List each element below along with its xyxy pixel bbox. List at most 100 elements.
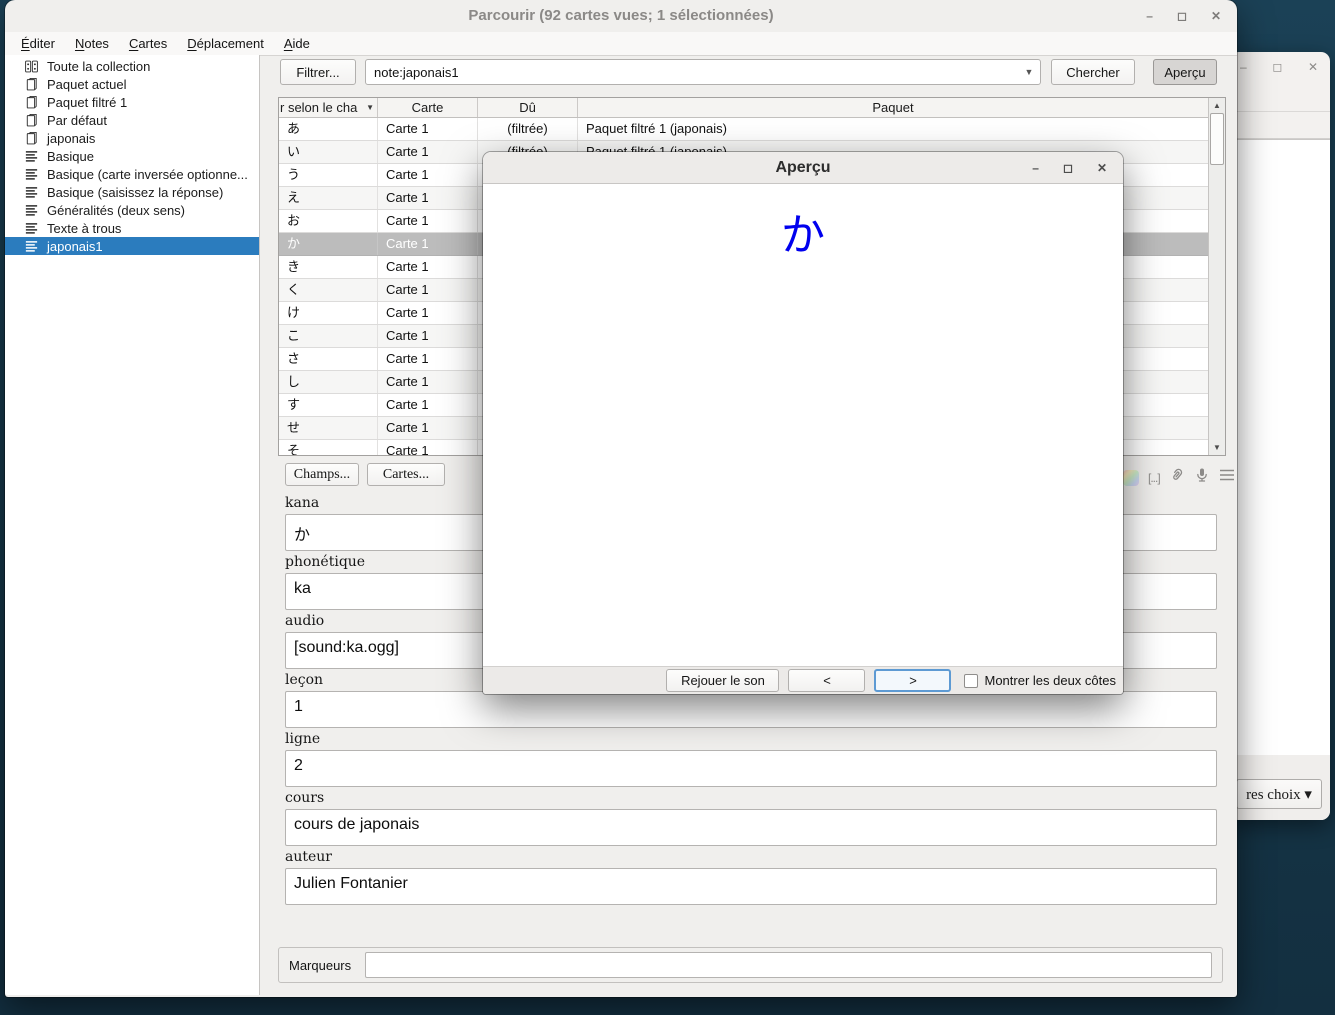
bg-maximize-icon[interactable]: ◻ <box>1272 60 1282 74</box>
paperclip-icon[interactable] <box>1169 467 1185 488</box>
maximize-icon[interactable]: ◻ <box>1177 10 1187 22</box>
sidebar-item[interactable]: Toute la collection <box>5 57 259 75</box>
sidebar-item[interactable]: Paquet actuel <box>5 75 259 93</box>
previous-card-button[interactable]: < <box>788 669 865 692</box>
bg-close-icon[interactable]: ✕ <box>1308 60 1318 74</box>
cell-sort-field: こ <box>279 325 378 347</box>
search-dropdown-icon[interactable]: ▼ <box>1018 67 1040 77</box>
menu-item-editer[interactable]: Éditer <box>11 32 65 55</box>
sidebar-item-label: Paquet filtré 1 <box>47 95 127 110</box>
sidebar-item[interactable]: Basique (saisissez la réponse) <box>5 183 259 201</box>
sidebar-item[interactable]: Basique <box>5 147 259 165</box>
preview-dialog: Aperçu – ◻ ✕ か Rejouer le son < > Montre… <box>483 152 1123 694</box>
menu-item-cartes[interactable]: Cartes <box>119 32 177 55</box>
next-card-button[interactable]: > <box>874 669 951 692</box>
cell-sort-field: く <box>279 279 378 301</box>
bg-minimize-icon[interactable]: – <box>1240 60 1247 74</box>
tags-input[interactable] <box>365 952 1212 978</box>
menu-item-notes[interactable]: Notes <box>65 32 119 55</box>
bg-toolbar-row2 <box>1230 111 1330 139</box>
tags-frame: Marqueurs <box>278 947 1223 983</box>
cell-card: Carte 1 <box>378 164 478 186</box>
preview-button[interactable]: Aperçu <box>1153 59 1217 85</box>
sidebar-item-label: Basique (saisissez la réponse) <box>47 185 223 200</box>
preview-close-icon[interactable]: ✕ <box>1097 162 1107 174</box>
search-input[interactable] <box>366 64 1018 81</box>
cards-button[interactable]: Cartes... <box>367 463 445 486</box>
cell-sort-field: か <box>279 233 378 255</box>
column-header-deck[interactable]: Paquet <box>578 98 1209 117</box>
cloze-ellipsis-icon[interactable]: [...] <box>1148 471 1160 485</box>
notetype-icon <box>24 167 39 182</box>
filter-button[interactable]: Filtrer... <box>280 59 356 85</box>
cell-sort-field: し <box>279 371 378 393</box>
cell-card: Carte 1 <box>378 210 478 232</box>
sidebar-item[interactable]: japonais1 <box>5 237 259 255</box>
deck-icon <box>24 77 39 92</box>
table-scrollbar[interactable]: ▲ ▼ <box>1208 98 1225 455</box>
search-button[interactable]: Chercher <box>1051 59 1135 85</box>
scroll-down-icon[interactable]: ▼ <box>1209 443 1225 452</box>
bg-content-area <box>1237 139 1330 756</box>
sidebar-item-label: Toute la collection <box>47 59 150 74</box>
minimize-icon[interactable]: – <box>1146 10 1153 22</box>
field-input[interactable]: Julien Fontanier <box>285 868 1217 905</box>
sidebar-item[interactable]: Paquet filtré 1 <box>5 93 259 111</box>
cell-card: Carte 1 <box>378 348 478 370</box>
preview-card-area: か <box>483 184 1123 667</box>
column-header-card[interactable]: Carte <box>378 98 478 117</box>
cell-due: (filtrée) <box>478 118 578 140</box>
preview-minimize-icon[interactable]: – <box>1032 162 1039 174</box>
field-label: ligne <box>285 728 1217 750</box>
notetype-icon <box>24 239 39 254</box>
sidebar-item[interactable]: Basique (carte inversée optionne... <box>5 165 259 183</box>
scroll-up-icon[interactable]: ▲ <box>1209 101 1225 110</box>
notetype-icon <box>24 221 39 236</box>
notetype-icon <box>24 149 39 164</box>
menu-icon[interactable] <box>1219 468 1235 487</box>
preview-title-bar[interactable]: Aperçu – ◻ ✕ <box>483 152 1123 184</box>
microphone-icon[interactable] <box>1194 467 1210 488</box>
deck-icon <box>24 131 39 146</box>
deck-icon <box>24 113 39 128</box>
sidebar-item-label: Texte à trous <box>47 221 121 236</box>
preview-footer: Rejouer le son < > Montrer les deux côte… <box>483 666 1123 694</box>
cell-card: Carte 1 <box>378 417 478 439</box>
column-header-due[interactable]: Dû <box>478 98 578 117</box>
sidebar-item[interactable]: Par défaut <box>5 111 259 129</box>
sidebar-item[interactable]: Texte à trous <box>5 219 259 237</box>
table-row[interactable]: あCarte 1(filtrée)Paquet filtré 1 (japona… <box>279 118 1209 141</box>
window-title: Parcourir (92 cartes vues; 1 sélectionné… <box>468 7 773 24</box>
more-options-button[interactable]: res choix ▾ <box>1236 779 1322 809</box>
cell-sort-field: き <box>279 256 378 278</box>
show-both-sides-checkbox[interactable] <box>964 674 978 688</box>
menu-item-deplacement[interactable]: Déplacement <box>177 32 274 55</box>
cell-card: Carte 1 <box>378 302 478 324</box>
field-input[interactable]: 2 <box>285 750 1217 787</box>
cell-sort-field: い <box>279 141 378 163</box>
sidebar-item[interactable]: Généralités (deux sens) <box>5 201 259 219</box>
menu-item-aide[interactable]: Aide <box>274 32 320 55</box>
title-bar[interactable]: Parcourir (92 cartes vues; 1 sélectionné… <box>5 0 1237 32</box>
fields-button[interactable]: Champs... <box>285 463 359 486</box>
column-header-label: r selon le cha <box>280 100 357 115</box>
field-label: auteur <box>285 846 1217 868</box>
preview-maximize-icon[interactable]: ◻ <box>1063 162 1073 174</box>
sidebar-item-label: Par défaut <box>47 113 107 128</box>
field-input[interactable]: cours de japonais <box>285 809 1217 846</box>
deck-icon <box>24 95 39 110</box>
scrollbar-thumb[interactable] <box>1210 113 1224 165</box>
replay-audio-button[interactable]: Rejouer le son <box>666 669 779 692</box>
cell-sort-field: あ <box>279 118 378 140</box>
text-color-icon[interactable] <box>1123 470 1139 486</box>
notetype-icon <box>24 203 39 218</box>
close-icon[interactable]: ✕ <box>1211 10 1221 22</box>
column-header-sort-field[interactable]: r selon le cha ▼ <box>279 98 378 117</box>
sidebar-item[interactable]: japonais <box>5 129 259 147</box>
field-input[interactable]: 1 <box>285 691 1217 728</box>
sidebar-item-label: japonais1 <box>47 239 103 254</box>
cell-sort-field: さ <box>279 348 378 370</box>
field-label: cours <box>285 787 1217 809</box>
cell-card: Carte 1 <box>378 394 478 416</box>
notetype-icon <box>24 185 39 200</box>
